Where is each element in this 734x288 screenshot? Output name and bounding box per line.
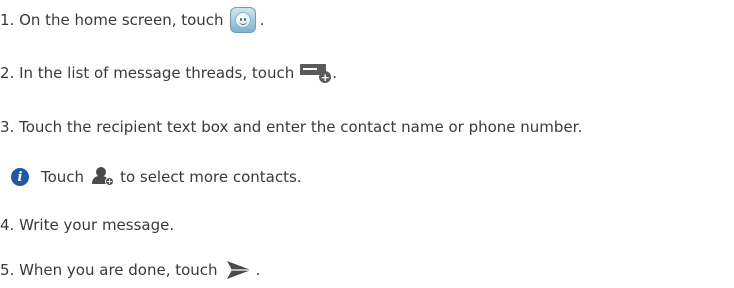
tip-text-after: to select more contacts. bbox=[120, 167, 302, 186]
step-4: 4. Write your message. bbox=[0, 211, 174, 239]
step-3-text: 3. Touch the recipient text box and ente… bbox=[0, 117, 583, 136]
step-2-period: . bbox=[332, 63, 337, 82]
step-4-text: 4. Write your message. bbox=[0, 215, 175, 234]
step-1-text: 1. On the home screen, touch bbox=[0, 10, 224, 29]
step-2-text: 2. In the list of message threads, touch bbox=[0, 63, 295, 82]
step-5-period: . bbox=[255, 260, 261, 279]
step-1: 1. On the home screen, touch . bbox=[0, 6, 264, 34]
step-5-text: 5. When you are done, touch bbox=[0, 260, 218, 279]
messaging-app-icon bbox=[229, 7, 256, 33]
tip-note: i Touch + to select more contacts. bbox=[11, 163, 302, 191]
info-icon: i bbox=[11, 168, 29, 186]
tip-text-before: Touch bbox=[41, 167, 85, 186]
step-5: 5. When you are done, touch . bbox=[0, 256, 260, 284]
send-icon bbox=[226, 260, 252, 280]
new-message-icon: + bbox=[300, 62, 332, 84]
instructions-page: { "steps": [ {"text": "1. On the home sc… bbox=[0, 0, 734, 288]
step-3: 3. Touch the recipient text box and ente… bbox=[0, 113, 582, 141]
add-contact-icon: + bbox=[92, 167, 115, 187]
step-2: 2. In the list of message threads, touch… bbox=[0, 59, 337, 87]
step-1-period: . bbox=[259, 10, 265, 29]
